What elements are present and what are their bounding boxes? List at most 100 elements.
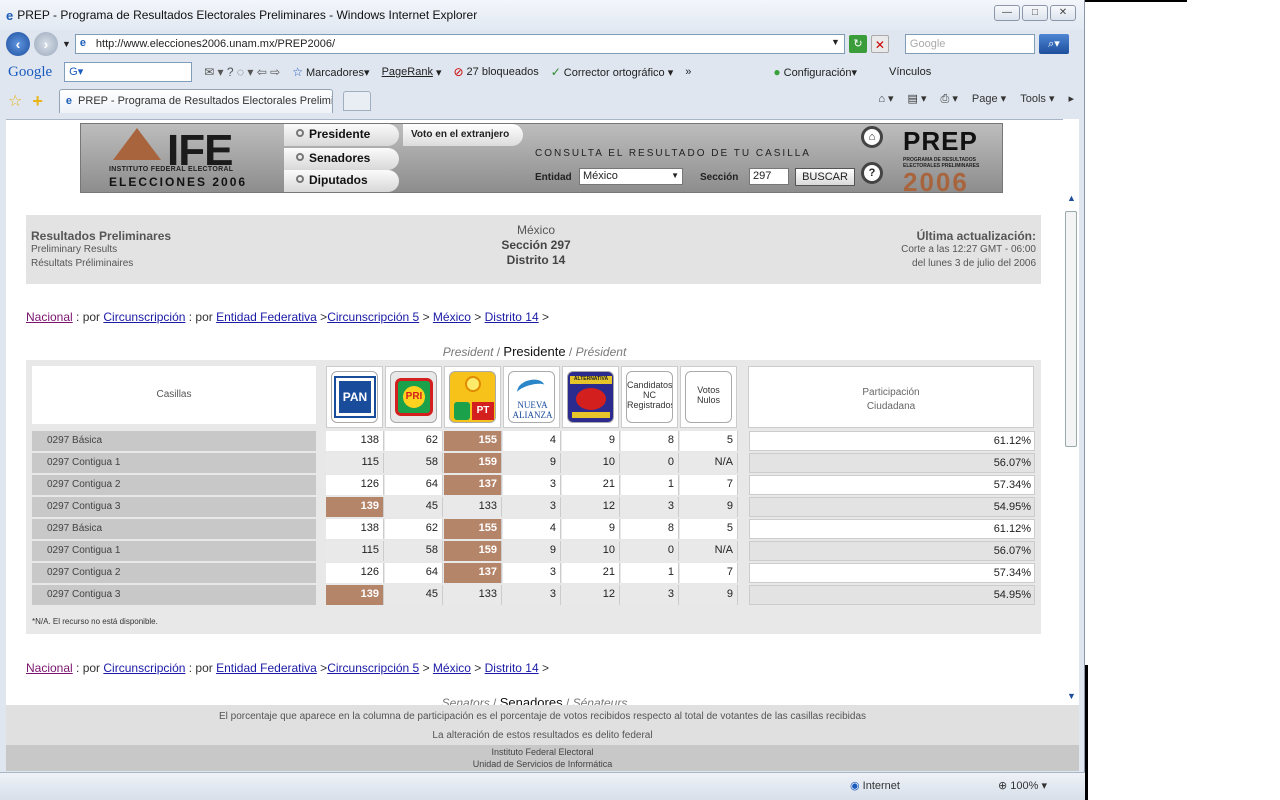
breadcrumb-sep: : por <box>72 661 104 675</box>
marcadores-button[interactable]: ☆ Marcadores▾ <box>292 65 369 79</box>
pan-logo-icon: PAN <box>331 371 378 423</box>
vinculos-button[interactable]: Vínculos <box>889 66 931 78</box>
new-tab-button[interactable] <box>342 91 371 111</box>
zoom-level: 100% <box>1010 780 1039 792</box>
url-field[interactable]: e http://www.elecciones2006.unam.mx/PREP… <box>74 34 845 54</box>
vote-cell: 159 <box>444 453 502 473</box>
scroll-thumb[interactable] <box>1065 211 1077 447</box>
breadcrumb-mexico[interactable]: México <box>433 661 471 675</box>
voto-extranjero-link[interactable]: Voto en el extranjero <box>403 124 523 146</box>
home-icon[interactable]: ⌂ ▾ <box>878 92 893 106</box>
vote-cell: 115 <box>326 541 384 561</box>
history-dropdown-icon[interactable]: ▼ <box>62 39 71 49</box>
forward-button[interactable]: › <box>34 32 58 56</box>
swoosh-icon <box>515 376 547 402</box>
breadcrumb-nacional[interactable]: Nacional <box>26 310 73 324</box>
vote-cell: 8 <box>621 519 679 539</box>
configuracion-button[interactable]: ● Configuración▾ <box>773 65 857 79</box>
nulos-header: Votos Nulos <box>685 371 732 423</box>
breadcrumb-entidad-federativa[interactable]: Entidad Federativa <box>216 661 317 675</box>
participacion-header: Participación Ciudadana <box>748 366 1034 428</box>
nav-diputados[interactable]: Diputados <box>284 170 399 192</box>
more-button[interactable]: » <box>685 66 691 78</box>
help-icon[interactable]: ? <box>861 162 883 184</box>
page-content: IFE INSTITUTO FEDERAL ELECTORAL ELECCION… <box>6 119 1063 705</box>
url-dropdown-icon[interactable]: ▼ <box>831 37 840 47</box>
seccion-input[interactable]: 297 <box>749 168 789 185</box>
breadcrumb-sep: > <box>419 661 433 675</box>
print-icon[interactable]: ⎙ ▾ <box>941 92 958 106</box>
participacion-cell: 56.07% <box>749 541 1035 561</box>
vote-cell: 62 <box>385 519 443 539</box>
tab-label: PREP - Programa de Resultados Electorale… <box>78 95 333 107</box>
prep-title: PREP <box>903 126 978 156</box>
security-zone[interactable]: ◉ Internet <box>850 779 900 792</box>
tab-prep[interactable]: e PREP - Programa de Resultados Electora… <box>58 89 333 113</box>
back-button[interactable]: ‹ <box>6 32 30 56</box>
vote-cell: 139 <box>326 497 384 517</box>
vote-cell: N/A <box>680 541 738 561</box>
status-bar: ◉ Internet ⊕ 100% ▾ <box>0 772 1085 800</box>
entidad-label: Entidad <box>535 172 572 183</box>
favorites-star-icon[interactable]: ☆ <box>8 91 22 111</box>
casilla-cell: 0297 Contigua 1 <box>32 453 316 473</box>
breadcrumb-circunscripcion[interactable]: Circunscripción <box>103 661 185 675</box>
page-icon: e <box>79 37 87 49</box>
add-favorites-icon[interactable]: + <box>32 91 43 112</box>
url-text: http://www.elecciones2006.unam.mx/PREP20… <box>95 38 335 50</box>
vote-cell: 115 <box>326 453 384 473</box>
buscar-button[interactable]: BUSCAR <box>795 168 855 186</box>
home-icon[interactable]: ⌂ <box>861 126 883 148</box>
google-logo[interactable]: Google <box>8 64 52 81</box>
participacion-cell: 54.95% <box>749 585 1035 605</box>
search-input[interactable]: Google <box>904 34 1035 54</box>
maximize-button[interactable]: □ <box>1022 5 1048 21</box>
vote-cell: 4 <box>503 431 561 451</box>
search-button[interactable]: ⌕▾ <box>1038 34 1069 54</box>
breadcrumb-mexico[interactable]: México <box>433 310 471 324</box>
scroll-down-icon[interactable]: ▼ <box>1067 691 1076 701</box>
breadcrumb-nacional[interactable]: Nacional <box>26 661 73 675</box>
page-footer: El porcentaje que aparece en la columna … <box>6 705 1079 771</box>
info-center: México Sección 297 Distrito 14 <box>456 223 616 268</box>
section-name: Sección 297 <box>501 238 571 252</box>
feeds-icon[interactable]: ▤ ▾ <box>908 92 927 106</box>
table-row: 0297 Contigua 3 139 45 133 3 12 3 9 54.95% <box>32 584 1035 606</box>
zoom-control[interactable]: ⊕ 100% ▾ <box>998 779 1047 792</box>
toolbar-icons[interactable]: ✉ ▾ ? ◌ ▾ ⇦ ⇨ <box>204 65 280 79</box>
breadcrumb-circunscripcion[interactable]: Circunscripción <box>103 310 185 324</box>
google-toolbar: Google G▾ ✉ ▾ ? ◌ ▾ ⇦ ⇨ ☆ Marcadores▾ Pag… <box>0 58 1084 86</box>
update-date: del lunes 3 de julio del 2006 <box>912 258 1036 269</box>
vote-cell: 3 <box>503 563 561 583</box>
vertical-scrollbar[interactable]: ▲ ▼ <box>1063 119 1079 705</box>
nav-presidente[interactable]: Presidente <box>284 124 399 146</box>
minimize-button[interactable]: — <box>994 5 1020 21</box>
close-button[interactable]: ✕ <box>1050 5 1076 21</box>
title-sep: / <box>565 345 576 359</box>
breadcrumb-circunscripcion-5[interactable]: Circunscripción 5 <box>327 310 419 324</box>
casillas-header: Casillas <box>32 366 316 424</box>
party-header-pri: PRI <box>385 366 442 428</box>
pagerank-button[interactable]: PageRank ▾ <box>382 66 442 79</box>
breadcrumb-distrito[interactable]: Distrito 14 <box>485 310 539 324</box>
pri-logo-text: PRI <box>403 386 425 408</box>
tools-menu[interactable]: Tools ▾ <box>1020 92 1054 106</box>
popup-blocker-button[interactable]: ⊘ 27 bloqueados <box>453 65 538 79</box>
settings-icon: ● <box>773 65 781 79</box>
entidad-select[interactable]: México ▼ <box>579 168 683 185</box>
breadcrumb-distrito[interactable]: Distrito 14 <box>485 661 539 675</box>
page-menu[interactable]: Page ▾ <box>972 92 1006 106</box>
stop-button[interactable]: ✕ <box>870 35 889 53</box>
vote-cell: 21 <box>562 563 620 583</box>
prd-icon <box>454 402 470 420</box>
more-icon[interactable]: ▸ <box>1068 92 1074 106</box>
party-header-pbt: PT <box>444 366 501 428</box>
nav-senadores[interactable]: Senadores <box>284 148 399 170</box>
refresh-button[interactable]: ↻ <box>848 35 867 53</box>
ife-logo[interactable]: IFE INSTITUTO FEDERAL ELECTORAL ELECCION… <box>105 126 255 190</box>
google-search-box[interactable]: G▾ <box>64 62 193 82</box>
spellcheck-button[interactable]: ✓ Corrector ortográfico ▾ <box>551 65 674 79</box>
breadcrumb-entidad-federativa[interactable]: Entidad Federativa <box>216 310 317 324</box>
scroll-up-icon[interactable]: ▲ <box>1067 193 1076 203</box>
breadcrumb-circunscripcion-5[interactable]: Circunscripción 5 <box>327 661 419 675</box>
